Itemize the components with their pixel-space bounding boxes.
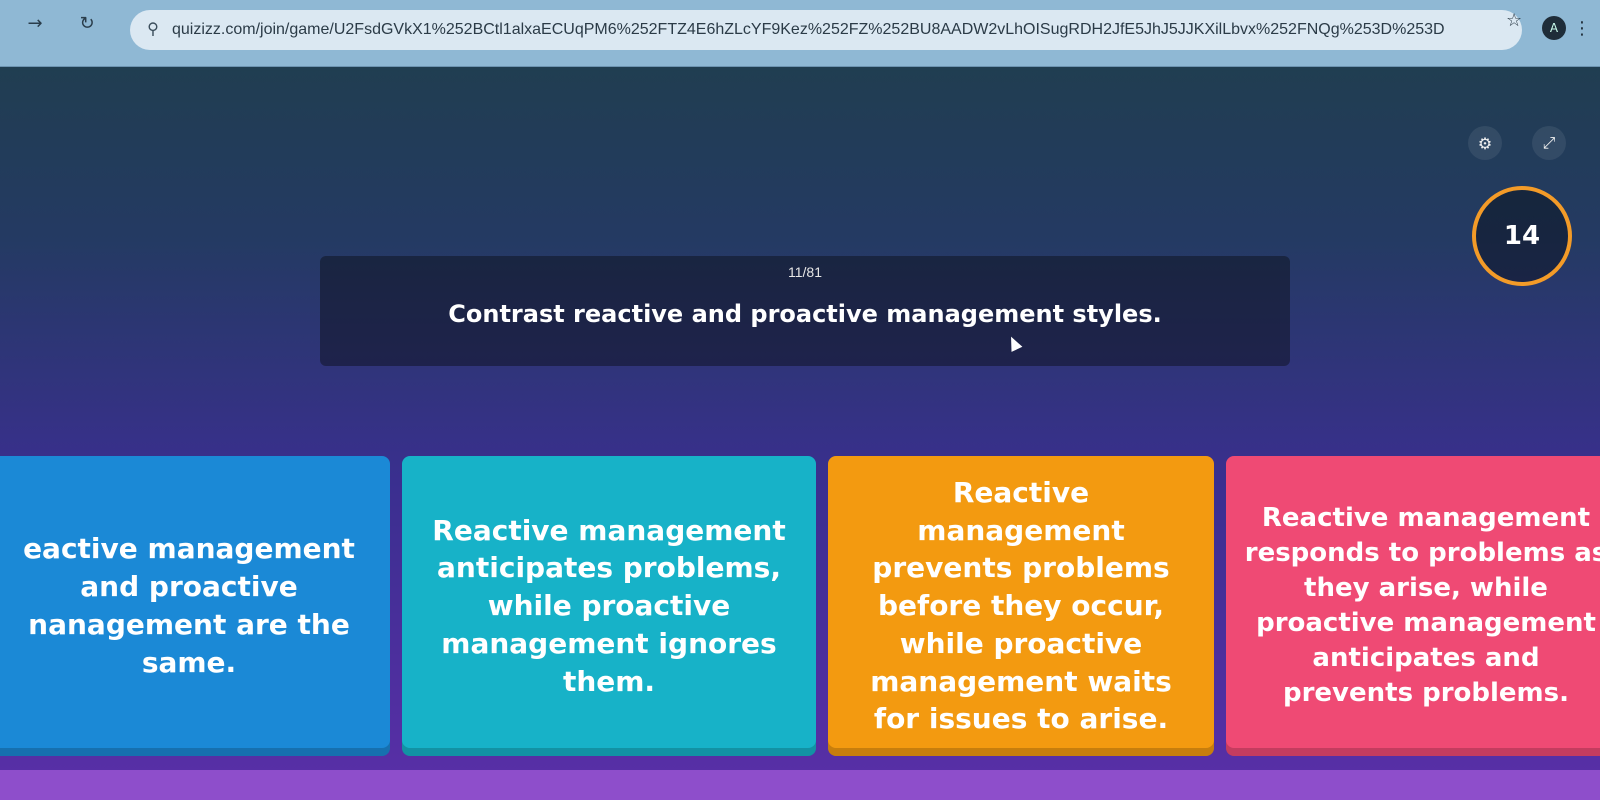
answer-text: Reactive management anticipates problems…: [432, 513, 786, 698]
answer-options: eactive management and proactive nanagem…: [0, 456, 1600, 756]
quiz-top-controls: ⚙ ⤢: [1468, 126, 1566, 160]
fullscreen-icon[interactable]: ⤢: [1532, 126, 1566, 160]
question-counter: 11/81: [788, 264, 822, 280]
url-text: quizizz.com/join/game/U2FsdGVkX1%252BCtl…: [172, 21, 1445, 38]
timer-value: 14: [1503, 221, 1541, 251]
answer-option-1[interactable]: eactive management and proactive nanagem…: [0, 456, 390, 756]
timer-badge: 14: [1472, 186, 1572, 286]
site-info-icon[interactable]: ⚲: [144, 20, 162, 38]
answer-text: Reactive management responds to problems…: [1244, 502, 1600, 709]
answer-option-3[interactable]: Reactive management prevents problems be…: [828, 456, 1214, 756]
back-arrow-icon[interactable]: →: [22, 10, 48, 36]
settings-icon[interactable]: ⚙: [1468, 126, 1502, 160]
answer-text: Reactive management prevents problems be…: [870, 475, 1172, 736]
browser-toolbar: → ↻ ⚲ quizizz.com/join/game/U2FsdGVkX1%2…: [0, 0, 1600, 67]
profile-avatar-icon[interactable]: A: [1542, 16, 1566, 40]
reload-icon[interactable]: ↻: [74, 10, 100, 36]
star-icon[interactable]: ☆: [1506, 10, 1530, 34]
menu-dots-icon[interactable]: ⋮: [1573, 16, 1591, 40]
answer-option-2[interactable]: Reactive management anticipates problems…: [402, 456, 816, 756]
answer-option-4[interactable]: Reactive management responds to problems…: [1226, 456, 1600, 756]
footer-strip: [0, 770, 1600, 800]
answer-text: eactive management and proactive nanagem…: [23, 532, 355, 679]
address-bar[interactable]: ⚲ quizizz.com/join/game/U2FsdGVkX1%252BC…: [130, 10, 1522, 50]
question-text: Contrast reactive and proactive manageme…: [448, 300, 1162, 328]
question-panel: 11/81 Contrast reactive and proactive ma…: [320, 256, 1290, 366]
